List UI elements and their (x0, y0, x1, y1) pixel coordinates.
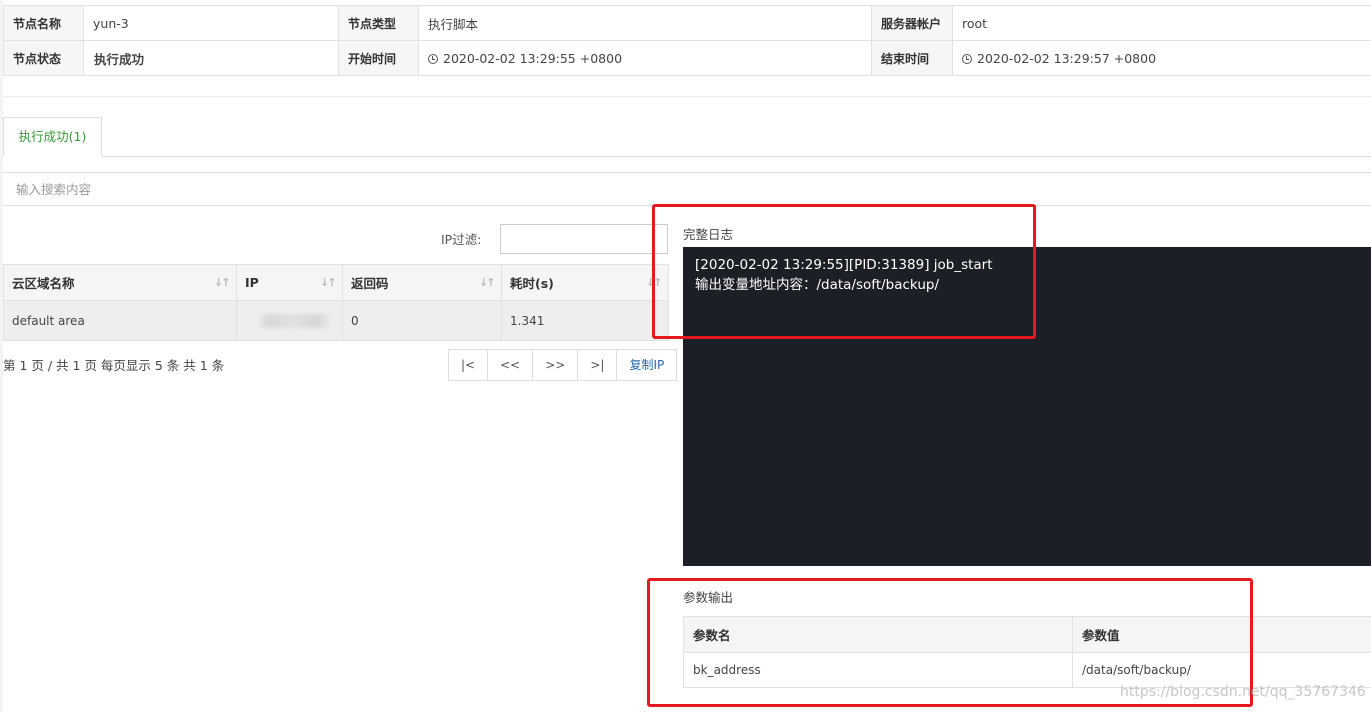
start-time-cell: 2020-02-02 13:29:55 +0800 (418, 40, 872, 76)
log-line: 输出变量地址内容：/data/soft/backup/ (695, 277, 939, 293)
end-time-cell: 2020-02-02 13:29:57 +0800 (952, 40, 1371, 76)
account-value: root (952, 5, 1371, 41)
node-type-label: 节点类型 (338, 5, 419, 41)
column-header-label: 返回码 (351, 276, 389, 291)
param-output-table: 参数名 参数值 bk_address /data/soft/backup/ (683, 616, 1371, 688)
ip-filter-label: IP过滤: (441, 232, 482, 247)
clock-icon (962, 53, 972, 64)
last-page-button[interactable]: >| (577, 349, 618, 381)
search-bar (3, 172, 1371, 206)
watermark: https://blog.csdn.net/qq_35767346 (1120, 684, 1366, 700)
copy-ip-button[interactable]: 复制IP (616, 349, 678, 381)
pagination: |< << >> >| 复制IP (448, 349, 678, 381)
node-type-value: 执行脚本 (418, 5, 872, 41)
column-header-param-name: 参数名 (683, 616, 1073, 653)
status-label: 节点状态 (3, 40, 84, 76)
param-output-title: 参数输出 (683, 590, 734, 605)
sort-desc-icon[interactable]: ↓↑ (214, 276, 230, 290)
column-header-label: 耗时(s) (510, 276, 554, 291)
cell-ip (236, 300, 343, 341)
sort-icon[interactable]: ↓↑ (320, 276, 336, 290)
tab-bar-divider (3, 156, 1371, 157)
column-header-area[interactable]: 云区域名称 ↓↑ (3, 264, 237, 301)
start-time-value: 2020-02-02 13:29:55 +0800 (443, 50, 623, 66)
end-time-value: 2020-02-02 13:29:57 +0800 (977, 50, 1157, 66)
first-page-button[interactable]: |< (448, 349, 489, 381)
next-page-button[interactable]: >> (532, 349, 579, 381)
column-header-ip[interactable]: IP ↓↑ (236, 264, 343, 301)
divider (3, 96, 1371, 97)
table-row[interactable]: default area 0 1.341 (3, 300, 669, 341)
cell-code: 0 (342, 300, 502, 341)
search-input[interactable] (3, 173, 1371, 205)
log-output[interactable]: [2020-02-02 13:29:55][PID:31389] job_sta… (683, 247, 1371, 566)
ip-filter-input[interactable] (500, 224, 668, 254)
column-header-label: 云区域名称 (12, 276, 75, 291)
tab-success[interactable]: 执行成功(1) (3, 117, 102, 157)
account-label: 服务器帐户 (871, 5, 953, 41)
column-header-code[interactable]: 返回码 ↓↑ (342, 264, 502, 301)
column-header-time[interactable]: 耗时(s) ↓↑ (501, 264, 669, 301)
sort-icon[interactable]: ↓↑ (479, 276, 495, 290)
start-time-label: 开始时间 (338, 40, 419, 76)
pagination-info: 第 1 页 / 共 1 页 每页显示 5 条 共 1 条 (3, 358, 225, 373)
cell-area: default area (3, 300, 237, 341)
column-header-param-value: 参数值 (1072, 616, 1371, 653)
end-time-label: 结束时间 (871, 40, 953, 76)
node-name-label: 节点名称 (3, 5, 84, 41)
table-row: bk_address /data/soft/backup/ (683, 652, 1371, 688)
param-value-cell: /data/soft/backup/ (1072, 652, 1371, 688)
status-value: 执行成功 (83, 40, 339, 76)
column-header-label: IP (245, 275, 259, 290)
redacted-ip (253, 313, 333, 328)
prev-page-button[interactable]: << (487, 349, 534, 381)
node-name-value: yun-3 (83, 5, 339, 41)
ip-result-table: 云区域名称 ↓↑ IP ↓↑ 返回码 ↓↑ 耗时(s) ↓↑ default area … (3, 264, 669, 341)
param-name-cell: bk_address (683, 652, 1073, 688)
cell-time: 1.341 (501, 300, 669, 341)
sort-icon[interactable]: ↓↑ (646, 276, 662, 290)
node-info-table: 节点名称 yun-3 节点类型 执行脚本 服务器帐户 root 节点状态 执行成… (3, 5, 1371, 76)
log-line: [2020-02-02 13:29:55][PID:31389] job_sta… (695, 257, 993, 273)
log-title: 完整日志 (683, 227, 734, 242)
clock-icon (428, 53, 438, 64)
